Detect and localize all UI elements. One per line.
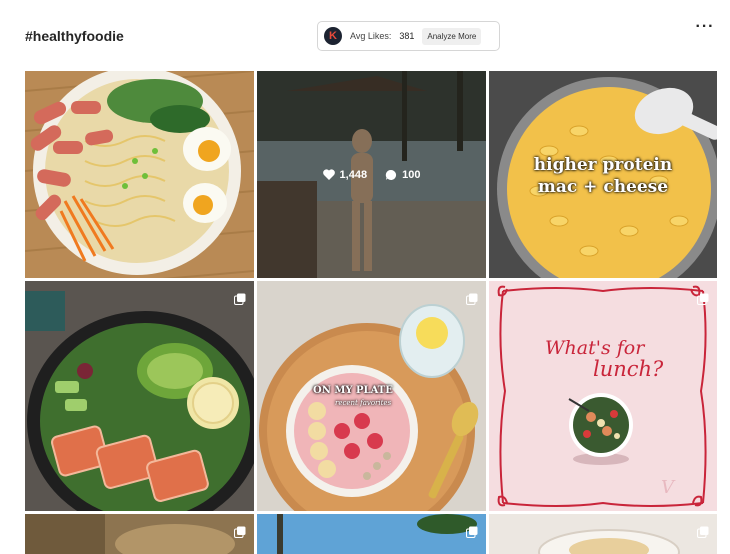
likes-count: 1,448 [339,168,368,181]
smoothie-bowl-image [257,281,486,511]
carousel-icon [466,526,478,538]
hashtag-title: #healthyfoodie [25,28,124,44]
avg-likes-label: Avg Likes: [350,31,392,41]
ramen-image [25,71,254,278]
carousel-icon [234,526,246,538]
post-tile-salmon[interactable] [25,281,254,511]
lunch-line1: What's for [545,337,645,359]
row3-c-image [489,514,717,554]
post-tile-beach[interactable]: 1,448 100 [257,71,486,278]
comments-count: 100 [402,168,421,181]
avg-likes-value: 381 [399,31,415,41]
more-options-icon[interactable]: ··· [694,19,716,40]
avg-likes-widget: K Avg Likes: 381 Analyze More [317,21,500,51]
post-tile-row3-c[interactable] [489,514,717,554]
post-tile-ramen[interactable] [25,71,254,278]
post-tile-mac-cheese[interactable]: higher protein mac + cheese [489,71,717,278]
smoothie-overlay-sub: recent favorites [335,399,392,407]
carousel-icon [697,293,709,305]
comments-stat: 100 [385,169,420,181]
mac-caption-line1: higher protein [533,155,673,175]
smoothie-overlay-title: ON MY PLATE [313,385,393,396]
lunch-graphic [489,281,717,511]
heart-icon [322,169,335,180]
analyze-more-button[interactable]: Analyze More [422,27,482,45]
row3-b-image [257,514,486,554]
carousel-icon [697,526,709,538]
post-tile-smoothie[interactable]: ON MY PLATE recent favorites [257,281,486,511]
comment-icon [385,169,397,180]
mac-caption-line2: mac + cheese [537,177,669,197]
lunch-line2: lunch? [593,357,664,381]
salmon-salad-image [25,281,254,511]
carousel-icon [234,293,246,305]
extension-logo: K [324,27,342,45]
post-tile-row3-a[interactable] [25,514,254,554]
post-tile-row3-b[interactable] [257,514,486,554]
engagement-overlay: 1,448 100 [257,71,486,278]
carousel-icon [466,293,478,305]
row3-a-image [25,514,254,554]
post-tile-lunch[interactable]: What's for lunch? V [489,281,717,511]
likes-stat: 1,448 [322,168,368,181]
lunch-watermark: V [661,477,674,498]
